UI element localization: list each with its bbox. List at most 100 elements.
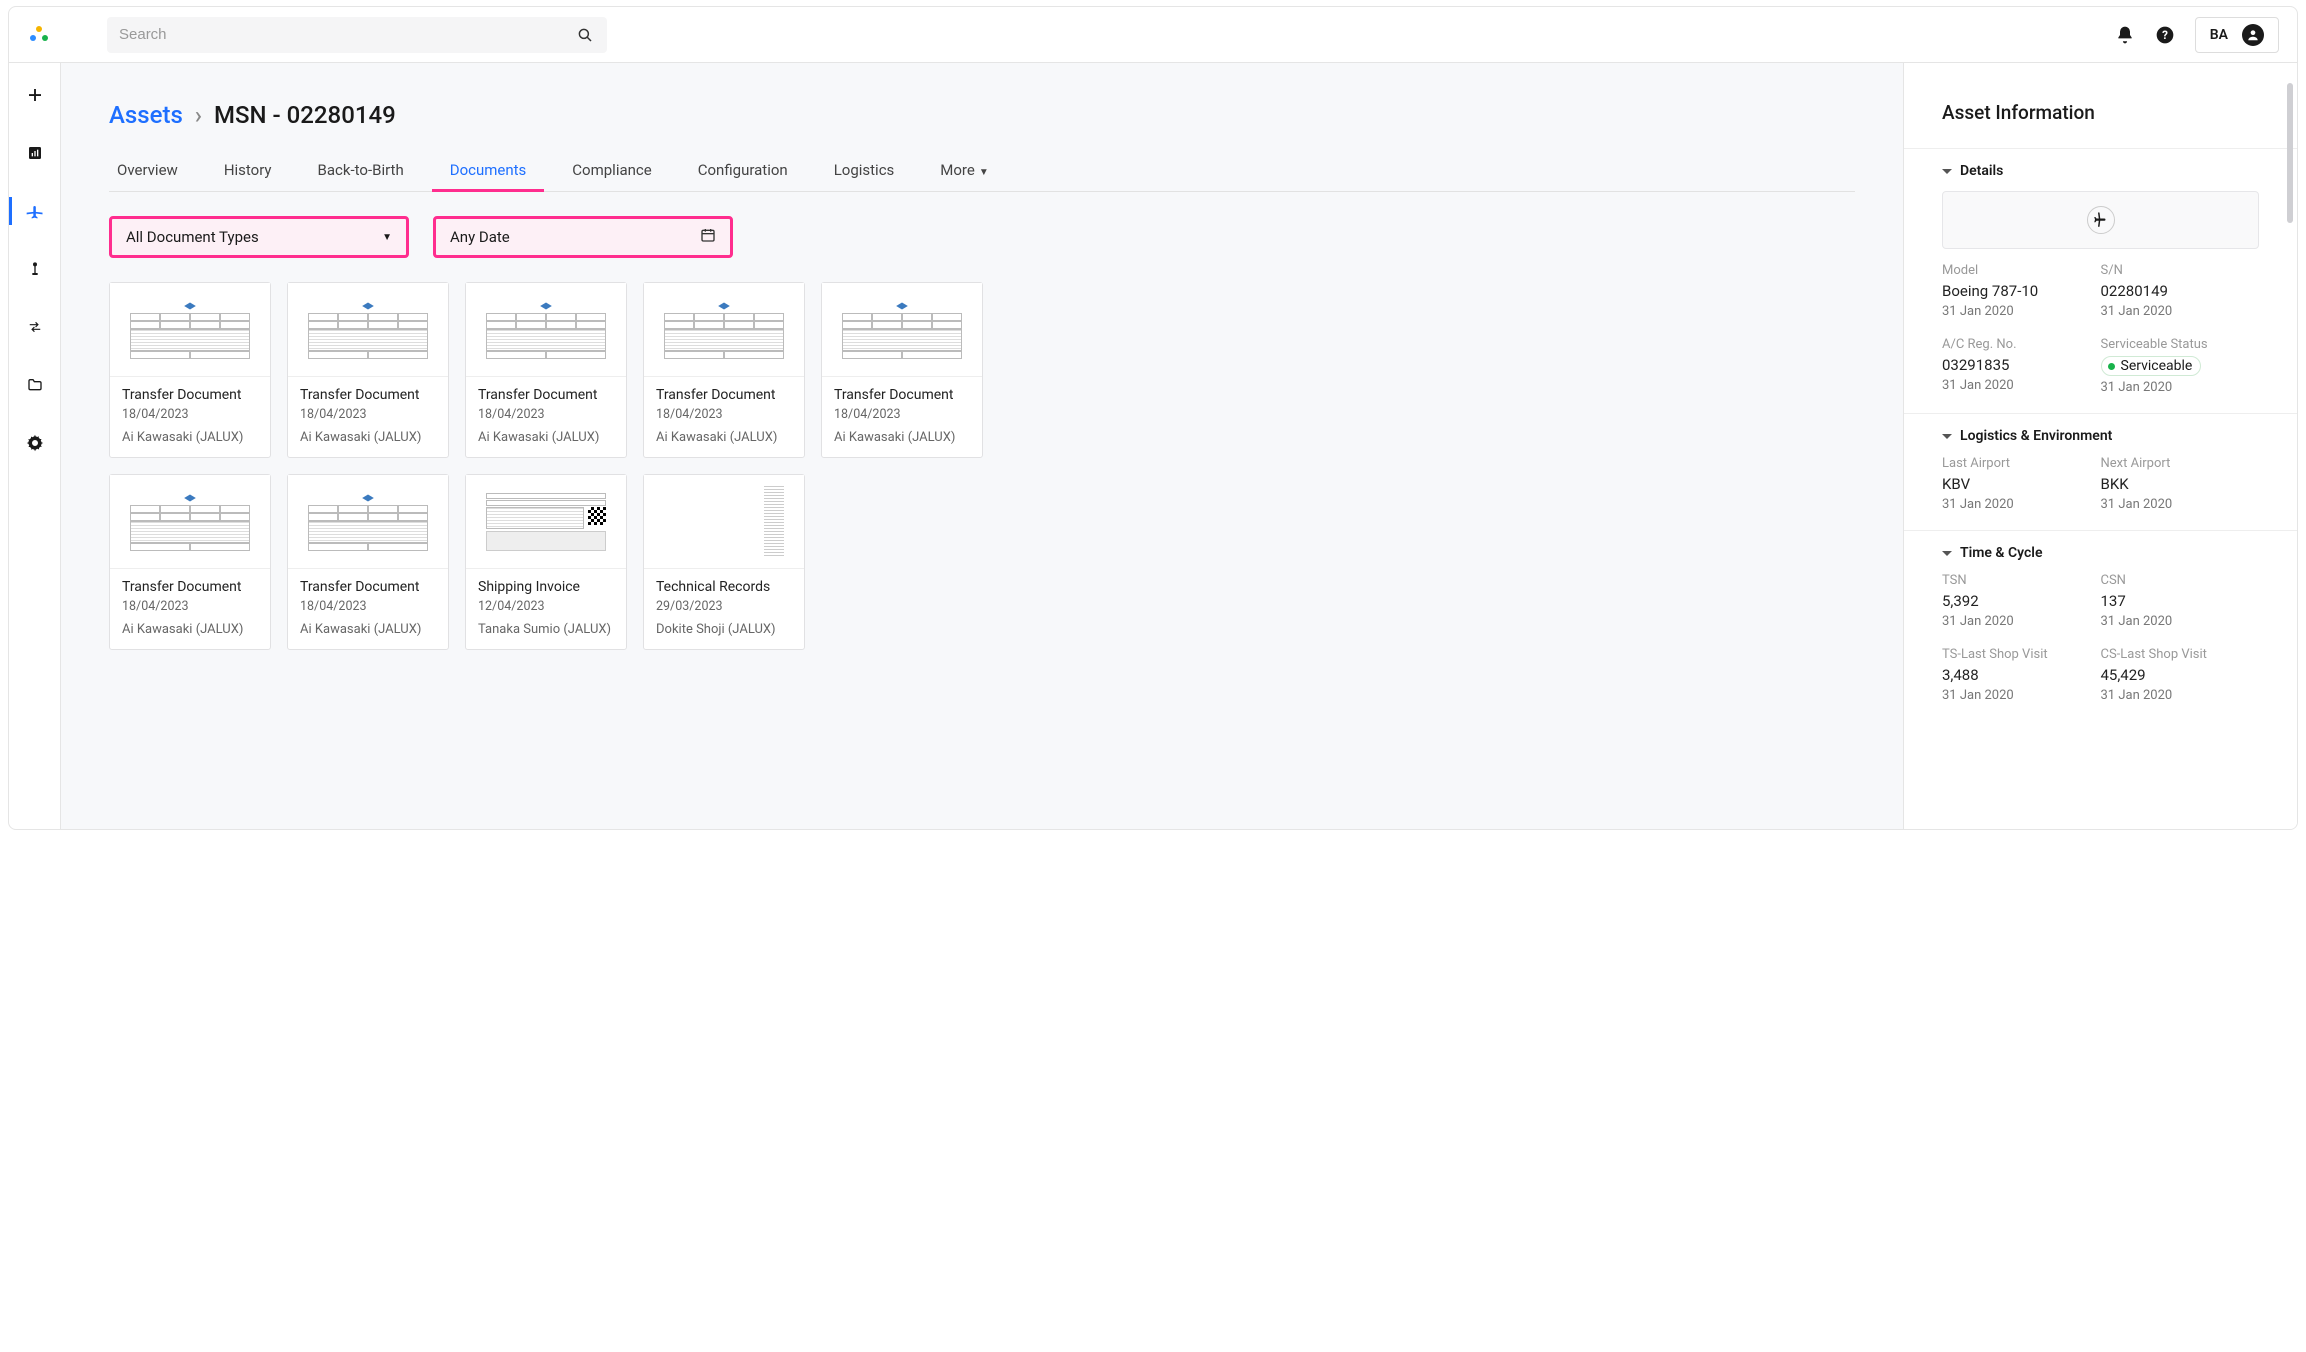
document-date: 18/04/2023 xyxy=(656,407,792,422)
section-head-details[interactable]: Details xyxy=(1904,148,2297,191)
document-title: Transfer Document xyxy=(122,387,258,403)
kv-date: 31 Jan 2020 xyxy=(1942,688,2101,703)
kv-value: 3,488 xyxy=(1942,666,2101,684)
search-input[interactable] xyxy=(119,26,575,43)
document-title: Transfer Document xyxy=(478,387,614,403)
document-grid: Transfer Document 18/04/2023 Ai Kawasaki (… xyxy=(109,282,1855,650)
kv-label: TS-Last Shop Visit xyxy=(1942,647,2101,662)
document-card[interactable]: Transfer Document18/04/2023Ai Kawasaki (… xyxy=(643,282,805,458)
document-card[interactable]: Shipping Invoice 12/04/2023 Tanaka Sumio (… xyxy=(465,474,627,650)
breadcrumb: Assets › MSN - 02280149 xyxy=(109,101,1855,129)
user-menu[interactable]: BA xyxy=(2195,17,2279,53)
tab-logistics[interactable]: Logistics xyxy=(826,153,903,191)
kv-value: 5,392 xyxy=(1942,592,2101,610)
breadcrumb-root[interactable]: Assets xyxy=(109,101,183,129)
section-head-logistics[interactable]: Logistics & Environment xyxy=(1904,413,2297,456)
tab-b2b[interactable]: Back-to-Birth xyxy=(310,153,412,191)
kv-label: Serviceable Status xyxy=(2101,337,2260,352)
status-badge: Serviceable xyxy=(2101,356,2202,376)
document-owner: Ai Kawasaki (JALUX) xyxy=(478,430,614,445)
tab-history[interactable]: History xyxy=(216,153,280,191)
kv-model: Model Boeing 787-10 31 Jan 2020 xyxy=(1942,263,2101,319)
caret-down-icon xyxy=(1942,551,1952,556)
tab-configuration[interactable]: Configuration xyxy=(690,153,796,191)
kv-date: 31 Jan 2020 xyxy=(1942,378,2101,393)
document-card[interactable]: Transfer Document 18/04/2023 Ai Kawasaki (… xyxy=(465,282,627,458)
document-card[interactable]: Transfer Document18/04/2023Ai Kawasaki (… xyxy=(287,474,449,650)
tab-compliance[interactable]: Compliance xyxy=(564,153,659,191)
kv-value: KBV xyxy=(1942,475,2101,493)
caret-down-icon xyxy=(1942,169,1952,174)
tab-overview[interactable]: Overview xyxy=(109,153,186,191)
kv-reg: A/C Reg. No. 03291835 31 Jan 2020 xyxy=(1942,337,2101,395)
document-thumbnail xyxy=(822,283,982,377)
document-date: 12/04/2023 xyxy=(478,599,614,614)
kv-cslsv: CS-Last Shop Visit 45,429 31 Jan 2020 xyxy=(2101,647,2260,703)
tab-more[interactable]: More▼ xyxy=(932,153,996,191)
document-owner: Ai Kawasaki (JALUX) xyxy=(122,430,258,445)
kv-date: 31 Jan 2020 xyxy=(2101,614,2260,629)
notifications-icon[interactable] xyxy=(2115,25,2135,45)
caret-down-icon xyxy=(1942,434,1952,439)
document-owner: Ai Kawasaki (JALUX) xyxy=(834,430,970,445)
document-title: Technical Records xyxy=(656,579,792,595)
main-content: Assets › MSN - 02280149 Overview History B… xyxy=(61,63,1903,829)
rail-dashboard[interactable] xyxy=(9,135,60,171)
filter-doc-type[interactable]: All Document Types ▼ xyxy=(109,216,409,258)
kv-next-airport: Next Airport BKK 31 Jan 2020 xyxy=(2101,456,2260,512)
kv-sn: S/N 02280149 31 Jan 2020 xyxy=(2101,263,2260,319)
document-date: 29/03/2023 xyxy=(656,599,792,614)
document-date: 18/04/2023 xyxy=(122,407,258,422)
avatar-icon xyxy=(2242,24,2264,46)
breadcrumb-separator: › xyxy=(195,101,202,129)
panel-title: Asset Information xyxy=(1904,63,2297,148)
asset-info-panel: Asset Information Details Model Boeing 7… xyxy=(1903,63,2297,829)
kv-last-airport: Last Airport KBV 31 Jan 2020 xyxy=(1942,456,2101,512)
kv-label: Model xyxy=(1942,263,2101,278)
document-title: Transfer Document xyxy=(656,387,792,403)
rail-add[interactable] xyxy=(9,77,60,113)
top-header: ? BA xyxy=(9,7,2297,63)
kv-value: 45,429 xyxy=(2101,666,2260,684)
status-dot-icon xyxy=(2108,363,2115,370)
section-head-timecycle[interactable]: Time & Cycle xyxy=(1904,530,2297,573)
kv-value: 03291835 xyxy=(1942,356,2101,374)
document-date: 18/04/2023 xyxy=(834,407,970,422)
search-box[interactable] xyxy=(107,17,607,53)
kv-csn: CSN 137 31 Jan 2020 xyxy=(2101,573,2260,629)
document-date: 18/04/2023 xyxy=(478,407,614,422)
kv-value: 02280149 xyxy=(2101,282,2260,300)
filter-date-label: Any Date xyxy=(450,228,510,246)
app-logo xyxy=(27,23,51,47)
kv-date: 31 Jan 2020 xyxy=(2101,497,2260,512)
left-rail xyxy=(9,63,61,829)
document-card[interactable]: Transfer Document 18/04/2023 Ai Kawasaki (… xyxy=(109,282,271,458)
rail-assets[interactable] xyxy=(9,193,60,229)
breadcrumb-current: MSN - 02280149 xyxy=(214,101,396,129)
document-card[interactable]: Transfer Document18/04/2023Ai Kawasaki (… xyxy=(287,282,449,458)
kv-date: 31 Jan 2020 xyxy=(2101,304,2260,319)
rail-transfers[interactable] xyxy=(9,309,60,345)
document-thumbnail xyxy=(644,475,804,569)
document-card[interactable]: Technical Records29/03/2023Dokite Shoji … xyxy=(643,474,805,650)
section-timecycle-title: Time & Cycle xyxy=(1960,545,2042,561)
section-details-title: Details xyxy=(1960,163,2003,179)
tab-documents[interactable]: Documents xyxy=(442,153,535,191)
kv-label: CS-Last Shop Visit xyxy=(2101,647,2260,662)
chevron-down-icon: ▼ xyxy=(382,232,392,243)
document-title: Transfer Document xyxy=(300,387,436,403)
document-card[interactable]: Transfer Document18/04/2023Ai Kawasaki (… xyxy=(109,474,271,650)
calendar-icon xyxy=(700,227,716,247)
kv-label: A/C Reg. No. xyxy=(1942,337,2101,352)
help-icon[interactable]: ? xyxy=(2155,25,2175,45)
rail-maintenance[interactable] xyxy=(9,251,60,287)
airplane-icon xyxy=(2087,206,2115,234)
rail-folder[interactable] xyxy=(9,367,60,403)
document-card[interactable]: Transfer Document18/04/2023Ai Kawasaki (… xyxy=(821,282,983,458)
document-owner: Tanaka Sumio (JALUX) xyxy=(478,622,614,637)
rail-settings[interactable] xyxy=(9,425,60,461)
document-title: Shipping Invoice xyxy=(478,579,614,595)
search-icon xyxy=(575,25,595,45)
kv-tsn: TSN 5,392 31 Jan 2020 xyxy=(1942,573,2101,629)
filter-date[interactable]: Any Date xyxy=(433,216,733,258)
